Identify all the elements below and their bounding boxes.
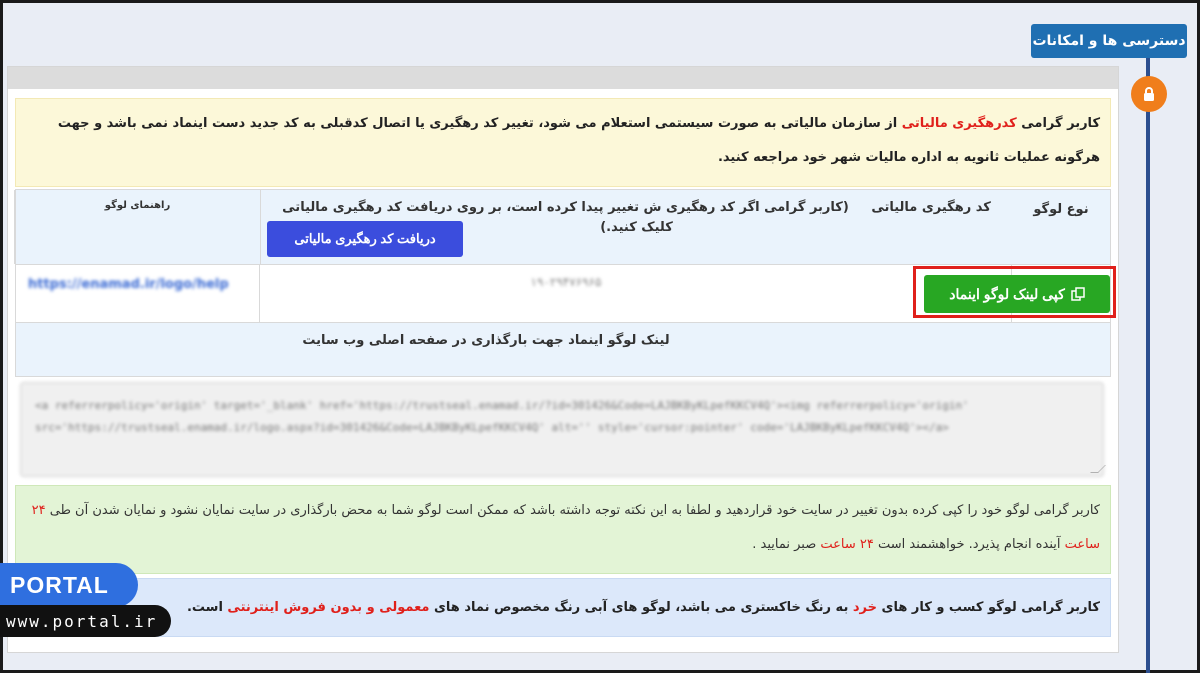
logo-guide-link[interactable]: https://enamad.ir/logo/help [28,277,258,292]
notice-text: و [362,600,380,615]
tax-code-alert: کاربر گرامی کدرهگیری مالیاتی از سازمان م… [15,98,1111,187]
copy-button-label: کپی لینک لوگو اینماد [949,285,1065,302]
lock-icon [1144,87,1154,101]
header-logo-type: نوع لوگو [1033,202,1089,217]
notice-text: کاربر گرامی لوگو کسب و کار های [877,600,1100,615]
copy-link-row: لینک لوگو اینماد جهت بارگذاری در صفحه اص… [15,323,1111,377]
embed-code-textarea[interactable]: <a referrerpolicy='origin' target='_blan… [20,382,1104,477]
get-tax-code-button[interactable]: دریافت کد رهگیری مالیاتی [267,221,463,257]
copy-link-label: لینک لوگو اینماد جهت بارگذاری در صفحه اص… [302,333,670,348]
timeline-badge [1131,76,1167,112]
copy-icon [1071,287,1085,301]
notice-text: کاربر گرامی لوگو خود را کپی کرده بدون تغ… [45,503,1100,518]
copy-logo-link-button[interactable]: کپی لینک لوگو اینماد [924,275,1110,313]
notice-text: است. [186,600,228,615]
portal-url-badge: www.portal.ir [0,605,171,637]
panel-header-bar [8,67,1118,89]
content-panel: کاربر گرامی کدرهگیری مالیاتی از سازمان م… [7,66,1119,653]
notice-text: صبر نمایید . [752,537,821,552]
section-title: دسترسی ها و امکانات [1031,24,1187,58]
tax-code-value: ۱۹۰۲۹۴۷۶۹۶۵ [530,275,602,289]
notice-highlight: بدون فروش اینترنتی [227,600,363,615]
upload-notice: کاربر گرامی لوگو خود را کپی کرده بدون تغ… [15,485,1111,574]
notice-highlight: خرد [852,600,877,615]
logo-color-notice: کاربر گرامی لوگو کسب و کار های خرد به رن… [15,578,1111,637]
notice-text: به رنگ خاکستری می باشد، لوگو های آبی رنگ… [429,600,853,615]
table-header-row: نوع لوگو کد رهگیری مالیاتی (کاربر گرامی … [14,189,1111,265]
portal-brand-badge: PORTAL [0,563,138,607]
alert-text: کاربر گرامی [1016,116,1100,131]
header-tax-code-label: کد رهگیری مالیاتی [871,200,991,215]
timeline-line [1146,56,1150,673]
notice-hours: ۲۴ ساعت [820,537,874,552]
header-logo-guide: راهنمای لوگو [14,190,260,264]
alert-highlight: کدرهگیری مالیاتی [901,116,1017,131]
notice-text: آینده انجام پذیرد. خواهشمند است [873,537,1065,552]
notice-highlight: معمولی [379,600,430,615]
